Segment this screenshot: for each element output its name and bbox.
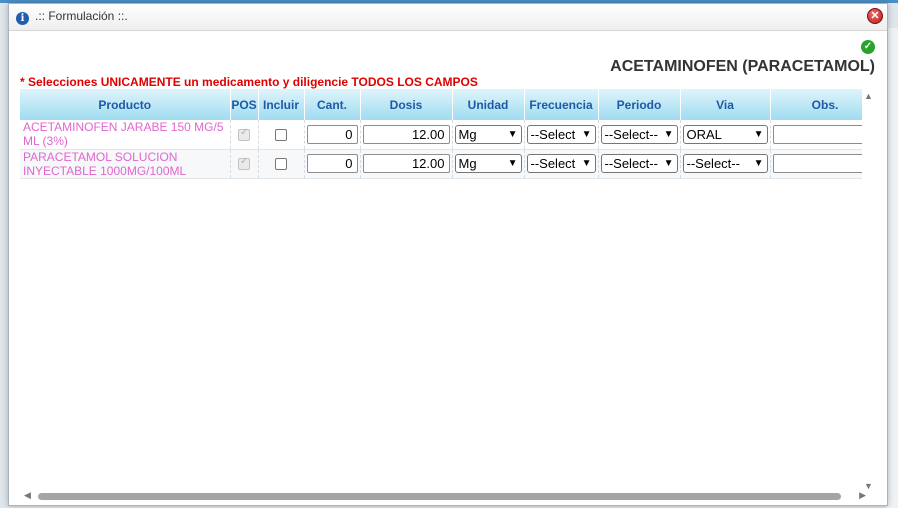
frecuencia-select[interactable]: --Select ▼: [526, 124, 596, 144]
column-header-incluir[interactable]: Incluir: [258, 89, 305, 120]
horizontal-scroll-thumb[interactable]: [38, 493, 841, 500]
periodo-value: --Select--: [604, 126, 658, 142]
scroll-up-icon[interactable]: ▲: [864, 91, 873, 101]
column-header-producto[interactable]: Producto: [20, 89, 231, 120]
column-header-cant[interactable]: Cant.: [304, 89, 361, 120]
dosis-input[interactable]: 12.00: [362, 124, 450, 144]
incluir-checkbox[interactable]: [275, 129, 287, 142]
table-header-row: Producto POS Incluir Cant. Dosis Unidad …: [20, 89, 862, 120]
column-header-frecuencia[interactable]: Frecuencia: [524, 89, 599, 120]
formulacion-dialog: i .:: Formulación ::. ✕ ✓ ACETAMINOFEN (…: [8, 3, 888, 506]
column-header-pos[interactable]: POS: [230, 89, 259, 120]
check-circle-icon: ✓: [861, 40, 875, 54]
chevron-down-icon: ▼: [581, 155, 592, 172]
frecuencia-value: --Select: [530, 126, 576, 142]
product-name: PARACETAMOL SOLUCION INYECTABLE 1000MG/1…: [20, 149, 231, 179]
product-name: ACETAMINOFEN JARABE 150 MG/5 ML (3%): [20, 120, 231, 150]
pos-checkbox: [238, 127, 250, 142]
formulation-grid: Producto POS Incluir Cant. Dosis Unidad …: [20, 89, 862, 477]
dosis-input[interactable]: 12.00: [362, 154, 450, 173]
dialog-title: .:: Formulación ::.: [35, 9, 128, 23]
frecuencia-select[interactable]: --Select ▼: [526, 154, 596, 173]
chevron-down-icon: ▼: [663, 125, 674, 143]
pos-checkbox: [238, 156, 250, 171]
table-row: ACETAMINOFEN JARABE 150 MG/5 ML (3%) 0 1…: [20, 120, 862, 150]
horizontal-scrollbar[interactable]: ◀ ▶: [20, 489, 866, 503]
unidad-value: Mg: [458, 126, 477, 142]
scroll-left-icon[interactable]: ◀: [24, 490, 31, 501]
unidad-select[interactable]: Mg ▼: [454, 124, 522, 144]
chevron-down-icon: ▼: [753, 155, 764, 172]
obs-input[interactable]: [772, 154, 862, 173]
unidad-select[interactable]: Mg ▼: [454, 154, 522, 173]
formulation-table: Producto POS Incluir Cant. Dosis Unidad …: [20, 89, 862, 179]
via-value: --Select--: [686, 156, 740, 171]
incluir-checkbox[interactable]: [275, 158, 287, 171]
column-header-via[interactable]: Via: [680, 89, 771, 120]
via-select[interactable]: --Select-- ▼: [682, 154, 768, 173]
dialog-titlebar[interactable]: i .:: Formulación ::. ✕: [9, 4, 887, 31]
chevron-down-icon: ▼: [507, 155, 518, 172]
column-header-unidad[interactable]: Unidad: [452, 89, 525, 120]
chevron-down-icon: ▼: [753, 125, 764, 143]
warning-message: * Selecciones UNICAMENTE un medicamento …: [20, 75, 478, 89]
column-header-obs[interactable]: Obs.: [770, 89, 862, 120]
cantidad-input[interactable]: 0: [306, 154, 358, 173]
unidad-value: Mg: [458, 156, 477, 171]
close-button[interactable]: ✕: [867, 8, 883, 24]
chevron-down-icon: ▼: [581, 125, 592, 143]
obs-input[interactable]: [772, 124, 862, 144]
periodo-value: --Select--: [604, 156, 658, 171]
periodo-select[interactable]: --Select-- ▼: [600, 154, 678, 173]
column-header-periodo[interactable]: Periodo: [598, 89, 681, 120]
scroll-right-icon[interactable]: ▶: [859, 490, 866, 501]
drug-title: ACETAMINOFEN (PARACETAMOL): [610, 58, 875, 75]
chevron-down-icon: ▼: [507, 125, 518, 143]
periodo-select[interactable]: --Select-- ▼: [600, 124, 678, 144]
via-value: ORAL: [686, 126, 722, 142]
dialog-content: ✓ ACETAMINOFEN (PARACETAMOL) * Seleccion…: [9, 31, 887, 505]
cantidad-input[interactable]: 0: [306, 124, 358, 144]
chevron-down-icon: ▼: [663, 155, 674, 172]
table-row: PARACETAMOL SOLUCION INYECTABLE 1000MG/1…: [20, 149, 862, 179]
close-icon: ✕: [870, 10, 880, 22]
info-icon: i: [16, 12, 29, 25]
frecuencia-value: --Select: [530, 156, 576, 171]
vertical-scrollbar[interactable]: ▲ ▼: [862, 89, 876, 491]
via-select[interactable]: ORAL ▼: [682, 124, 768, 144]
column-header-dosis[interactable]: Dosis: [360, 89, 453, 120]
